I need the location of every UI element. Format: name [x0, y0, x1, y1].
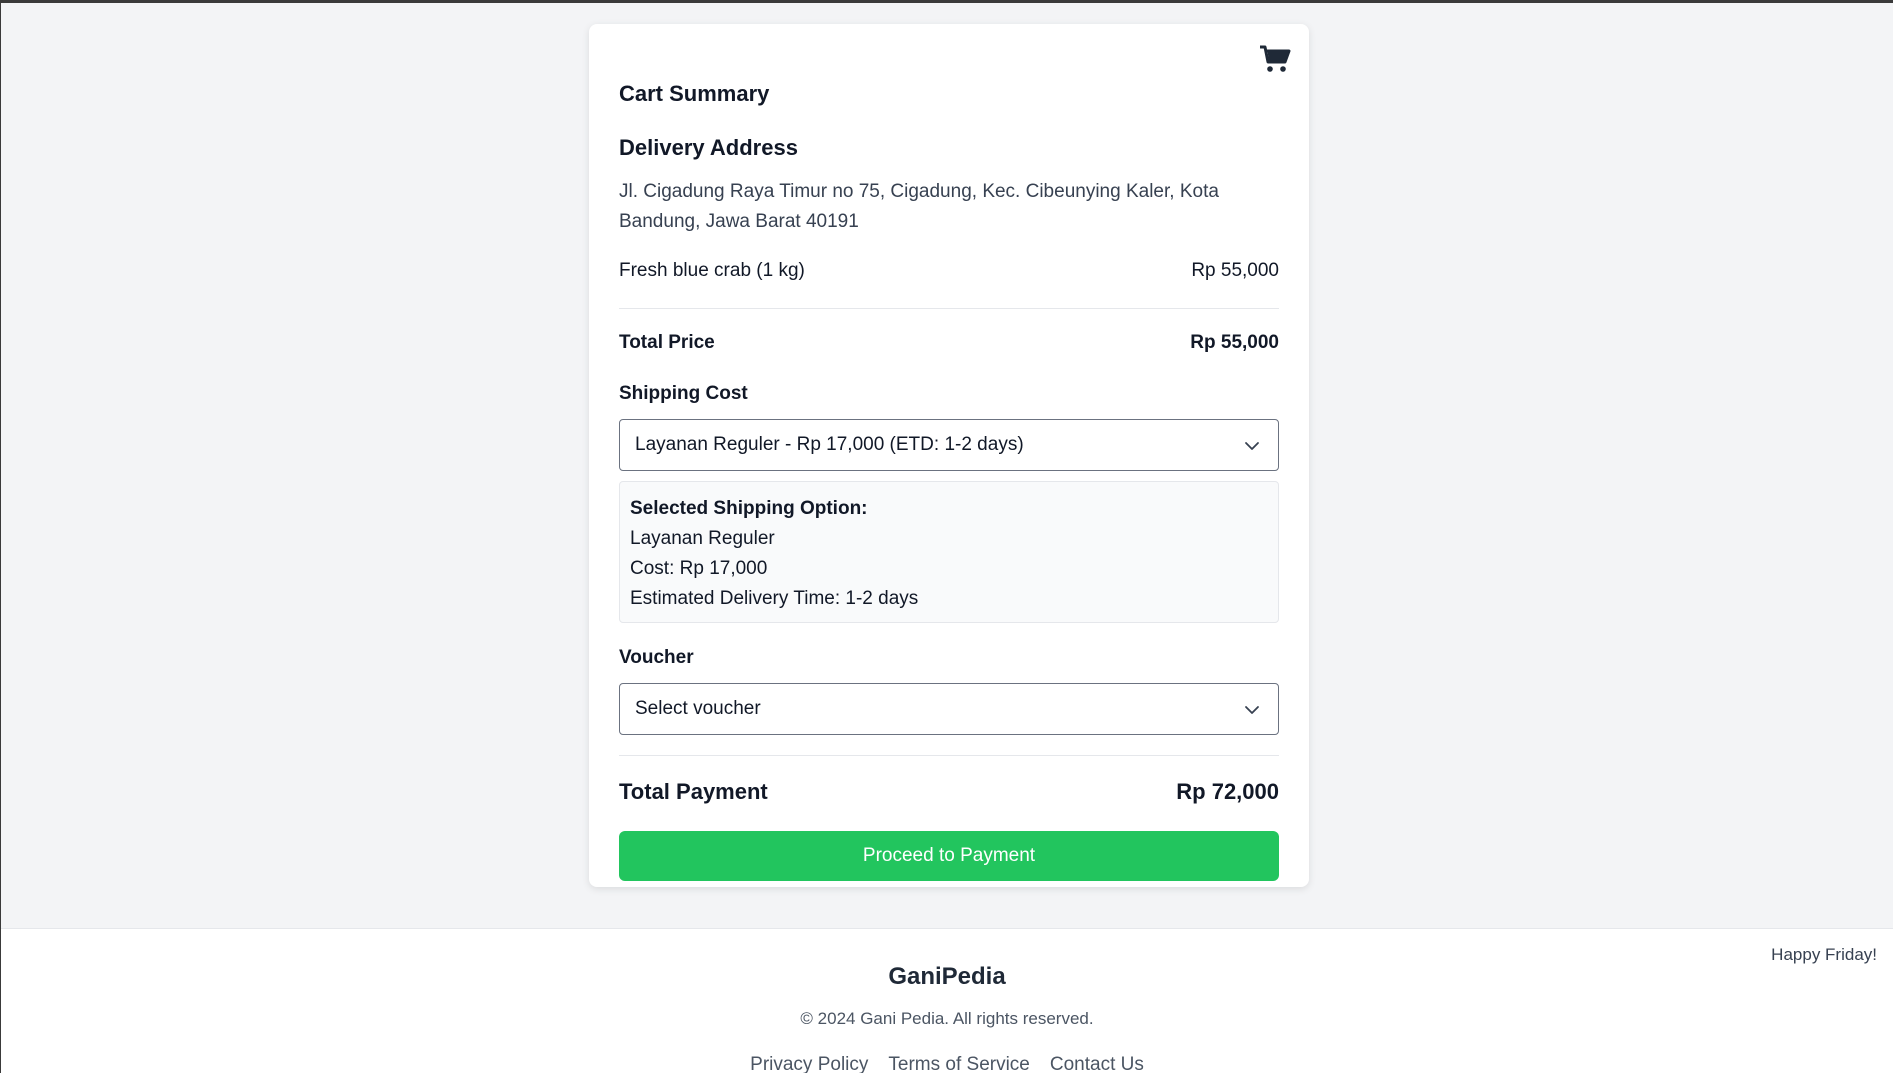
total-payment-label: Total Payment	[619, 779, 768, 804]
selected-shipping-info: Selected Shipping Option: Layanan Regule…	[619, 481, 1279, 623]
voucher-select-value: Select voucher	[635, 698, 761, 719]
terms-of-service-link[interactable]: Terms of Service	[888, 1054, 1029, 1073]
chevron-down-icon	[1244, 702, 1260, 718]
chevron-down-icon	[1244, 438, 1260, 454]
voucher-select[interactable]: Select voucher	[619, 683, 1279, 735]
cart-summary-card: Cart Summary Delivery Address Jl. Cigadu…	[589, 24, 1309, 887]
proceed-to-payment-button[interactable]: Proceed to Payment	[619, 831, 1279, 881]
cart-summary-title: Cart Summary	[619, 81, 770, 106]
privacy-policy-link[interactable]: Privacy Policy	[750, 1054, 868, 1073]
footer-copyright: © 2024 Gani Pedia. All rights reserved.	[800, 1009, 1094, 1028]
footer-brand: GaniPedia	[888, 963, 1006, 990]
cart-item-row: Fresh blue crab (1 kg) Rp 55,000	[619, 260, 1279, 282]
delivery-address-title: Delivery Address	[619, 135, 798, 160]
footer-links: Privacy Policy Terms of Service Contact …	[1, 1054, 1893, 1073]
shipping-select[interactable]: Layanan Reguler - Rp 17,000 (ETD: 1-2 da…	[619, 419, 1279, 471]
total-price-row: Total Price Rp 55,000	[619, 332, 1279, 354]
cart-item-price: Rp 55,000	[1191, 260, 1279, 281]
shipping-select-value: Layanan Reguler - Rp 17,000 (ETD: 1-2 da…	[635, 434, 1024, 455]
divider	[619, 755, 1279, 756]
shipping-info-service: Layanan Reguler	[630, 528, 775, 549]
total-price-value: Rp 55,000	[1190, 332, 1279, 353]
shipping-info-heading: Selected Shipping Option:	[630, 498, 868, 519]
cart-item-name: Fresh blue crab (1 kg)	[619, 260, 805, 281]
total-price-label: Total Price	[619, 332, 715, 353]
shipping-cost-label: Shipping Cost	[619, 383, 748, 404]
contact-us-link[interactable]: Contact Us	[1050, 1054, 1144, 1073]
greeting-text: Happy Friday!	[1771, 945, 1877, 964]
browser-viewport: Cart Summary Delivery Address Jl. Cigadu…	[1, 3, 1893, 1073]
shipping-info-etd: Estimated Delivery Time: 1-2 days	[630, 588, 919, 609]
shipping-info-cost: Cost: Rp 17,000	[630, 558, 768, 579]
shopping-cart-icon[interactable]	[1259, 44, 1291, 74]
delivery-address-text: Jl. Cigadung Raya Timur no 75, Cigadung,…	[619, 181, 1219, 232]
divider	[619, 308, 1279, 309]
main-content: Cart Summary Delivery Address Jl. Cigadu…	[1, 3, 1893, 928]
voucher-label: Voucher	[619, 647, 694, 668]
footer: Happy Friday! GaniPedia © 2024 Gani Pedi…	[1, 928, 1893, 1073]
total-payment-value: Rp 72,000	[1176, 779, 1279, 804]
total-payment-row: Total Payment Rp 72,000	[619, 779, 1279, 805]
